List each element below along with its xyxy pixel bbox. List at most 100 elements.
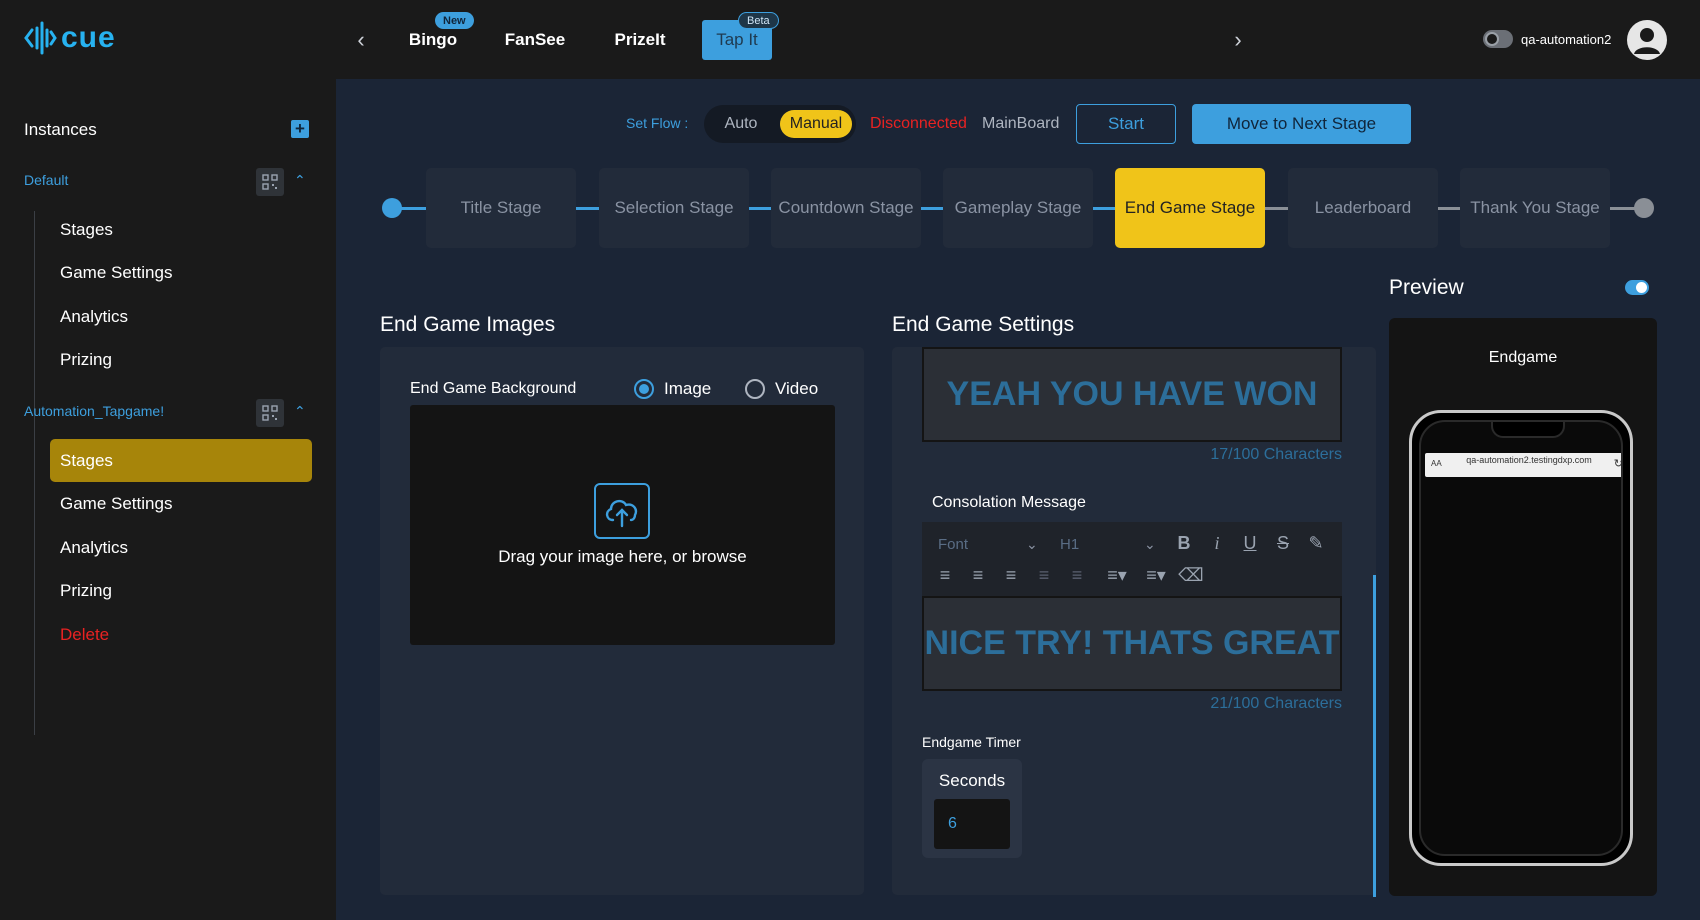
highlighter-icon[interactable]: ✎ — [1305, 532, 1327, 554]
chevron-left-icon[interactable]: ‹ — [351, 26, 371, 54]
browser-url-bar: AA qa-automation2.testingdxp.com ↻ — [1425, 453, 1623, 477]
rich-text-toolbar: Font ⌄ H1 ⌄ B i U S ✎ ≡ ≡ ≡ ≡ ≡ ≡▾ ≡▾ ⌫ — [922, 522, 1342, 598]
strikethrough-icon[interactable]: S — [1272, 532, 1294, 554]
preview-title: Preview — [1389, 276, 1464, 299]
video-radio[interactable] — [745, 379, 765, 399]
video-radio-label: Video — [775, 379, 819, 398]
stage-end-game[interactable]: End Game Stage — [1115, 168, 1265, 248]
align-center-icon[interactable]: ≡ — [967, 564, 989, 586]
flow-option-manual[interactable]: Manual — [780, 110, 852, 138]
instance-group-automation[interactable]: Automation_Tapgame! — [24, 403, 164, 419]
bold-icon[interactable]: B — [1173, 532, 1195, 554]
beta-badge: Beta — [738, 12, 779, 29]
qr-code-button[interactable] — [256, 399, 284, 427]
preview-toggle[interactable] — [1625, 280, 1649, 295]
pipeline-connector — [576, 207, 599, 210]
theme-toggle[interactable] — [1483, 30, 1513, 48]
win-message-editor[interactable]: YEAH YOU HAVE WON — [922, 347, 1342, 442]
sidebar-item-label: Game Settings — [60, 493, 173, 513]
new-badge: New — [435, 12, 474, 29]
tree-line — [34, 439, 35, 735]
app-tab-bingo[interactable]: Bingo New — [405, 12, 474, 60]
sidebar-item-analytics[interactable]: Analytics — [50, 295, 312, 338]
end-game-images-title: End Game Images — [380, 313, 556, 336]
start-button[interactable]: Start — [1076, 104, 1176, 144]
sidebar-item-analytics[interactable]: Analytics — [50, 526, 312, 569]
sidebar-item-label: Stages — [60, 450, 113, 470]
pipeline-connector — [921, 207, 943, 210]
stage-countdown[interactable]: Countdown Stage — [771, 168, 921, 248]
qr-code-icon — [262, 405, 278, 421]
add-instance-button[interactable]: + — [291, 120, 309, 138]
flow-option-auto[interactable]: Auto — [716, 110, 766, 138]
sidebar-item-label: Delete — [60, 624, 110, 644]
qr-code-icon — [262, 174, 278, 190]
sidebar-item-game-settings[interactable]: Game Settings — [50, 482, 312, 525]
image-dropzone[interactable]: Drag your image here, or browse — [410, 405, 835, 645]
font-select[interactable]: Font — [938, 536, 968, 553]
instance-group-default[interactable]: Default — [24, 172, 68, 188]
tree-line — [34, 211, 35, 461]
qr-code-button[interactable] — [256, 168, 284, 196]
preview-screen-label: Endgame — [1488, 349, 1558, 366]
app-tab-fansee[interactable]: FanSee — [502, 20, 568, 60]
pipeline-connector — [1610, 207, 1635, 210]
seconds-label: Seconds — [938, 771, 1006, 790]
sidebar-item-game-settings[interactable]: Game Settings — [50, 251, 312, 294]
chevron-right-icon[interactable]: › — [1228, 26, 1248, 54]
stage-selection[interactable]: Selection Stage — [599, 168, 749, 248]
settings-scrollbar[interactable] — [1373, 575, 1376, 897]
reload-icon: ↻ — [1613, 458, 1623, 470]
chevron-up-icon[interactable]: ⌃ — [294, 172, 308, 188]
indent-icon[interactable]: ≡ — [1066, 564, 1088, 586]
top-bar: cue ‹ Bingo New FanSee PrizeIt Tap It Be… — [0, 0, 1700, 79]
set-flow-label: Set Flow : — [626, 115, 689, 131]
seconds-input[interactable] — [934, 799, 1010, 849]
pipeline-connector — [1438, 207, 1460, 210]
sidebar-item-label: Prizing — [60, 349, 112, 369]
sidebar-title: Instances — [24, 120, 97, 139]
phone-mockup: AA qa-automation2.testingdxp.com ↻ — [1409, 410, 1633, 866]
consolation-message-label: Consolation Message — [932, 494, 1086, 511]
sidebar-item-label: Analytics — [60, 306, 129, 326]
pipeline-connector — [1265, 207, 1288, 210]
username: qa-automation2 — [1521, 32, 1612, 47]
sidebar-item-prizing[interactable]: Prizing — [50, 569, 312, 612]
app-tab-prizeit[interactable]: PrizeIt — [610, 20, 670, 60]
outdent-icon[interactable]: ≡ — [1033, 564, 1055, 586]
sidebar-item-delete[interactable]: Delete — [50, 613, 312, 656]
sidebar-item-label: Game Settings — [60, 262, 173, 282]
stage-title[interactable]: Title Stage — [426, 168, 576, 248]
text-size-icon: AA — [1431, 459, 1442, 468]
eraser-icon[interactable]: ⌫ — [1178, 564, 1203, 586]
chevron-up-icon[interactable]: ⌃ — [294, 403, 308, 419]
chevron-down-icon[interactable]: ⌄ — [1026, 536, 1038, 553]
app-tab-label: FanSee — [504, 30, 566, 49]
stage-leaderboard[interactable]: Leaderboard — [1288, 168, 1438, 248]
sidebar-item-prizing[interactable]: Prizing — [50, 338, 312, 381]
board-name: MainBoard — [982, 115, 1060, 132]
cue-logo[interactable]: cue — [23, 20, 116, 56]
move-to-next-stage-button[interactable]: Move to Next Stage — [1192, 104, 1411, 144]
stage-gameplay[interactable]: Gameplay Stage — [943, 168, 1093, 248]
chevron-down-icon[interactable]: ⌄ — [1144, 536, 1156, 553]
align-left-icon[interactable]: ≡ — [934, 564, 956, 586]
heading-select[interactable]: H1 — [1060, 536, 1079, 553]
italic-icon[interactable]: i — [1206, 532, 1228, 554]
sidebar-item-stages[interactable]: Stages — [50, 208, 312, 251]
avatar[interactable] — [1627, 20, 1667, 60]
sidebar-item-label: Prizing — [60, 580, 112, 600]
moon-icon — [1485, 32, 1499, 46]
app-tab-tapit[interactable]: Tap It Beta — [702, 12, 779, 60]
ordered-list-icon[interactable]: ≡▾ — [1101, 564, 1133, 586]
image-radio[interactable] — [634, 379, 654, 399]
bullet-list-icon[interactable]: ≡▾ — [1140, 564, 1172, 586]
logo-text: cue — [61, 21, 116, 54]
stage-thank-you[interactable]: Thank You Stage — [1460, 168, 1610, 248]
phone-screen: AA qa-automation2.testingdxp.com ↻ — [1419, 420, 1623, 856]
align-right-icon[interactable]: ≡ — [1000, 564, 1022, 586]
preview-panel: Endgame AA qa-automation2.testingdxp.com… — [1389, 318, 1657, 896]
consolation-message-editor[interactable]: NICE TRY! THATS GREAT — [922, 596, 1342, 691]
sidebar-item-stages-active[interactable]: Stages — [50, 439, 312, 482]
underline-icon[interactable]: U — [1239, 532, 1261, 554]
